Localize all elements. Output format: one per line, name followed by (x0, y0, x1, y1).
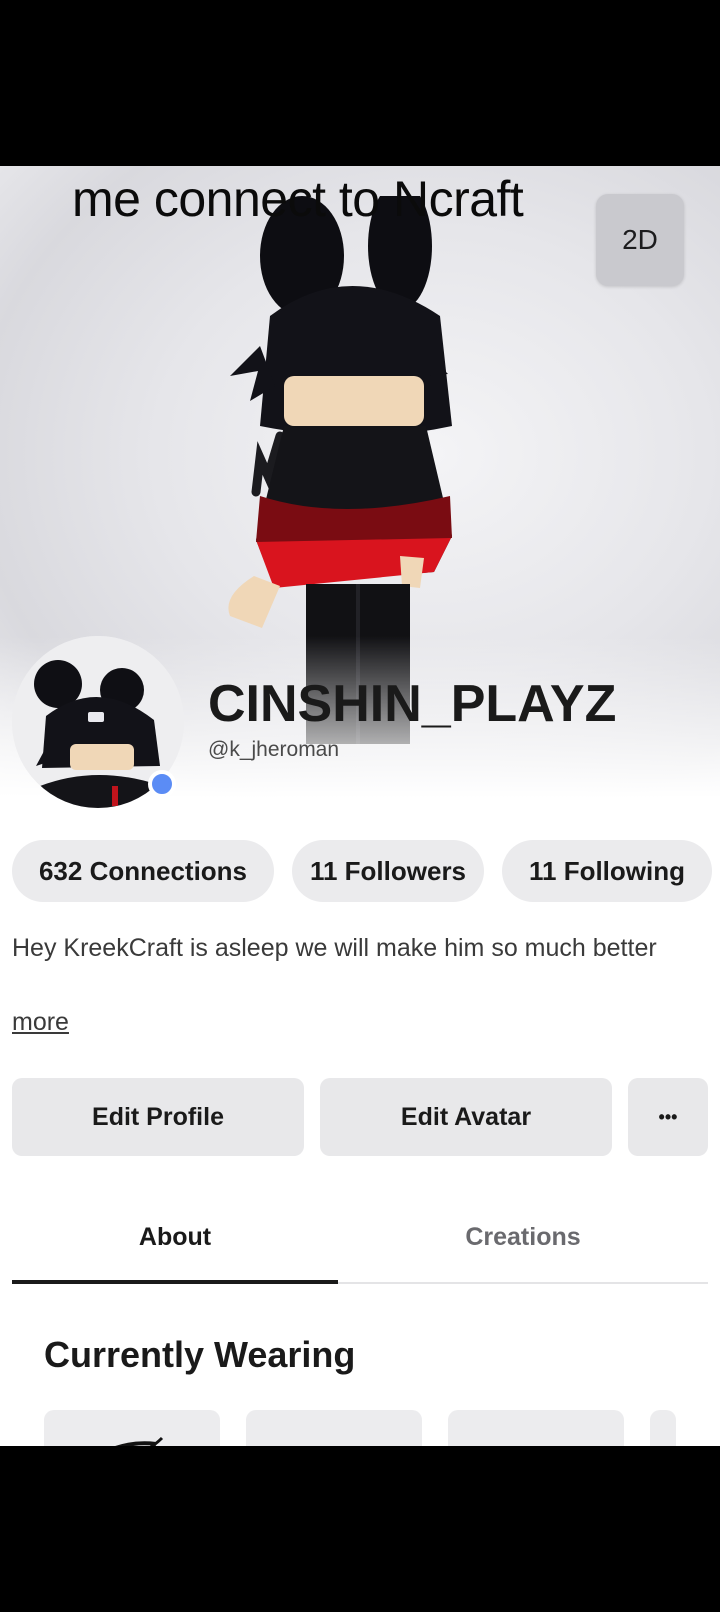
view-2d-toggle-button[interactable]: 2D (596, 194, 684, 286)
wearing-item-card[interactable] (44, 1410, 220, 1446)
social-stats: 632 Connections 11 Followers 11 Followin… (12, 840, 712, 902)
status-bar-letterbox (0, 0, 720, 166)
following-button[interactable]: 11 Following (502, 840, 712, 902)
more-options-button[interactable]: ••• (628, 1078, 708, 1156)
item-thumbnail (115, 1436, 164, 1446)
connections-button[interactable]: 632 Connections (12, 840, 274, 902)
wearing-item-card[interactable] (650, 1410, 676, 1446)
profile-screen: me connect to Ncraft 2D CINSHIN_PLAYZ @k… (0, 166, 720, 1446)
item-thumbnail (448, 1410, 624, 1446)
currently-wearing-heading: Currently Wearing (44, 1334, 356, 1375)
tab-creations[interactable]: Creations (360, 1214, 686, 1260)
profile-display-name: CINSHIN_PLAYZ (208, 675, 617, 733)
profile-bio: Hey KreekCraft is asleep we will make hi… (12, 934, 657, 962)
wearing-item-card[interactable] (448, 1410, 624, 1446)
online-status-dot (148, 770, 176, 798)
item-thumbnail (246, 1410, 422, 1446)
tab-active-indicator (12, 1280, 338, 1284)
wearing-item-card[interactable] (246, 1410, 422, 1446)
bio-more-link[interactable]: more (12, 1008, 69, 1037)
video-caption-overlay: me connect to Ncraft (72, 171, 524, 227)
followers-button[interactable]: 11 Followers (292, 840, 484, 902)
edit-avatar-button[interactable]: Edit Avatar (320, 1078, 612, 1156)
edit-profile-button[interactable]: Edit Profile (12, 1078, 304, 1156)
tab-about[interactable]: About (12, 1214, 338, 1260)
navigation-bar-letterbox (0, 1446, 720, 1612)
profile-username: @k_jheroman (208, 738, 340, 761)
